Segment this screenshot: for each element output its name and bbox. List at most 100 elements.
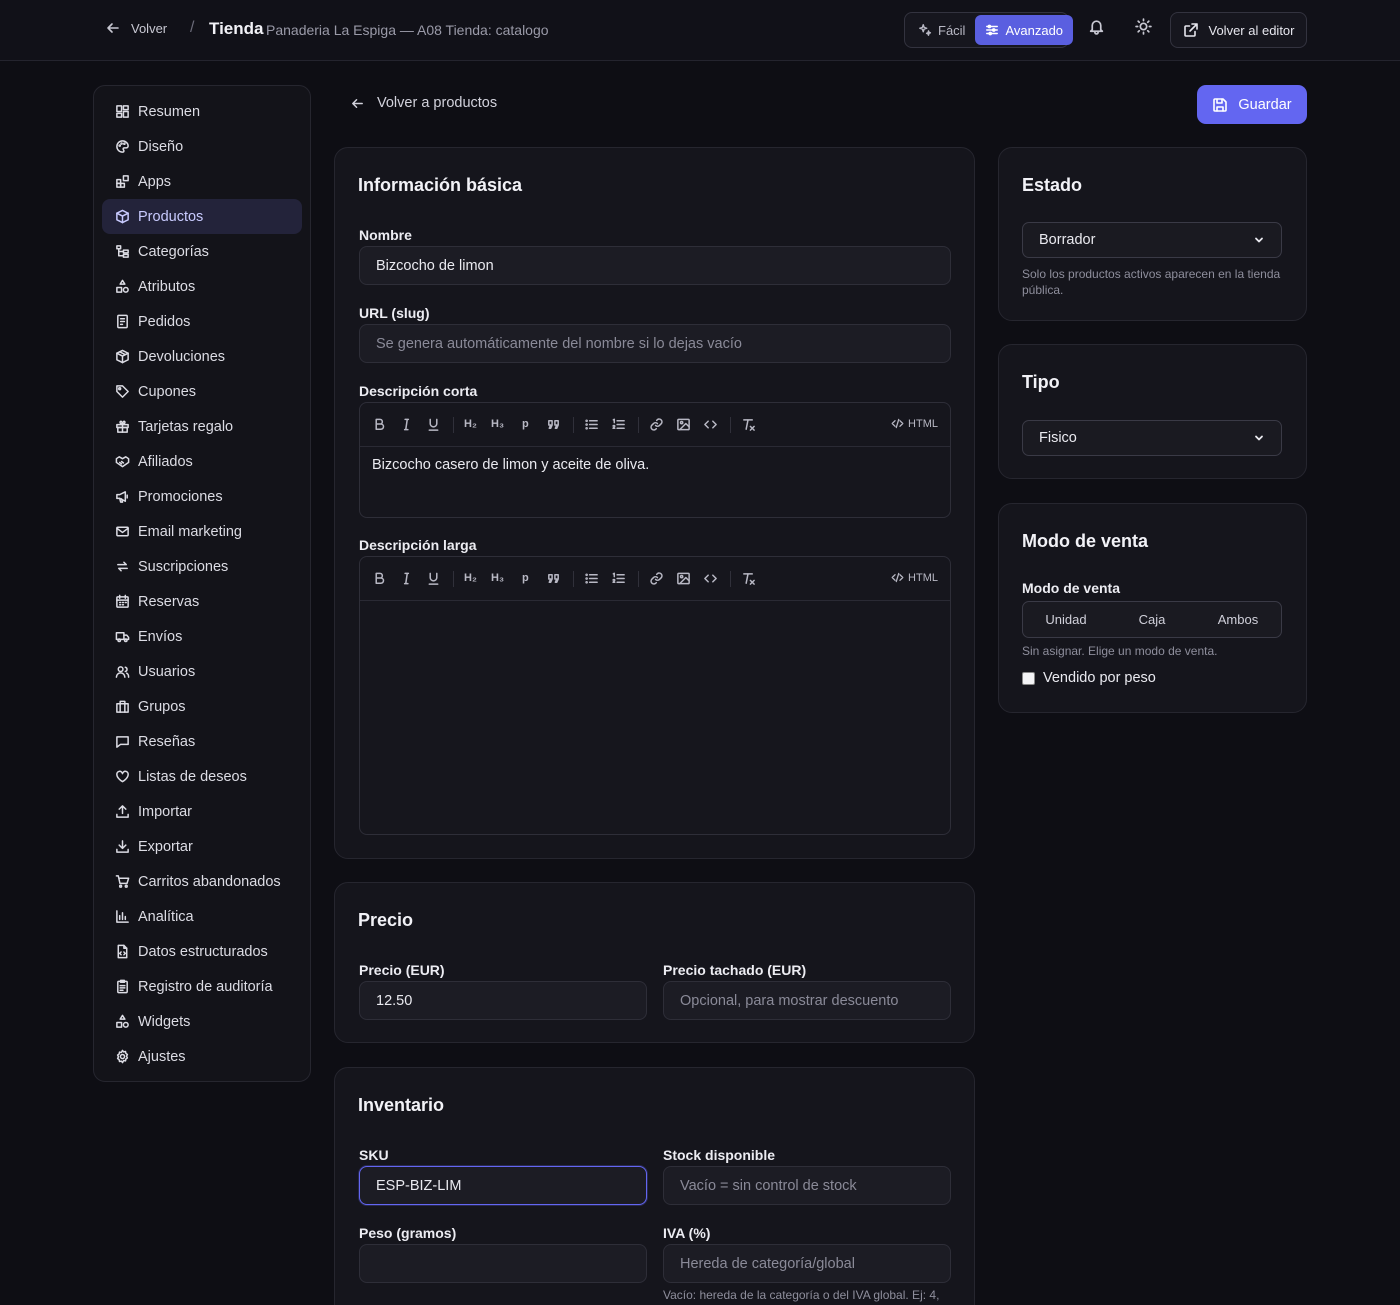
sidebar-item-suscripciones[interactable]: Suscripciones [102, 549, 302, 584]
clear-format-button[interactable] [741, 417, 756, 432]
sidebar-item-resumen[interactable]: Resumen [102, 94, 302, 129]
back-to-editor-button[interactable]: Volver al editor [1170, 12, 1307, 48]
sku-input[interactable]: ESP-BIZ-LIM [359, 1166, 647, 1205]
sidebar-item-envios[interactable]: Envíos [102, 619, 302, 654]
type-select[interactable]: Fisico [1022, 420, 1282, 456]
mode-easy-label: Fácil [938, 22, 966, 38]
underline-button[interactable] [426, 417, 441, 432]
box-icon [116, 209, 129, 224]
code-button[interactable] [703, 571, 718, 586]
tree-icon [116, 245, 129, 258]
sale-mode-unit-button[interactable]: Unidad [1023, 612, 1109, 627]
back-to-products-link[interactable]: Volver a productos [350, 95, 497, 111]
heading-3-button[interactable]: H₃ [491, 572, 504, 584]
sidebar-item-label: Carritos abandonados [138, 873, 281, 890]
sidebar-item-exportar[interactable]: Exportar [102, 829, 302, 864]
code-button[interactable] [703, 417, 718, 432]
compare-price-input[interactable]: Opcional, para mostrar descuento [663, 981, 951, 1020]
weight-input[interactable] [359, 1244, 647, 1283]
html-mode-button[interactable]: HTML [891, 571, 938, 584]
sidebar-item-widgets[interactable]: Widgets [102, 1004, 302, 1039]
sidebar-item-afiliados[interactable]: Afiliados [102, 444, 302, 479]
html-mode-label: HTML [908, 571, 938, 584]
sale-mode-both-button[interactable]: Ambos [1195, 612, 1281, 627]
sidebar-item-reservas[interactable]: Reservas [102, 584, 302, 619]
bullet-list-button[interactable] [584, 571, 599, 586]
sidebar-item-carritos-abandonados[interactable]: Carritos abandonados [102, 864, 302, 899]
sold-by-weight-label[interactable]: Vendido por peso [1043, 670, 1156, 686]
heading-3-button[interactable]: H₃ [491, 418, 504, 430]
long-description-content[interactable] [360, 601, 950, 831]
name-input[interactable]: Bizcocho de limon [359, 246, 951, 285]
image-button[interactable] [676, 571, 691, 586]
italic-button[interactable] [399, 417, 414, 432]
slug-input[interactable]: Se genera automáticamente del nombre si … [359, 324, 951, 363]
type-value: Fisico [1039, 430, 1077, 446]
sidebar-item-importar[interactable]: Importar [102, 794, 302, 829]
quote-button[interactable] [546, 571, 561, 586]
ordered-list-button[interactable] [611, 571, 626, 586]
sidebar-item-pedidos[interactable]: Pedidos [102, 304, 302, 339]
sold-by-weight-checkbox[interactable] [1022, 671, 1035, 685]
sale-mode-box-button[interactable]: Caja [1109, 612, 1195, 627]
clear-format-button[interactable] [741, 571, 756, 586]
package-return-icon [116, 349, 129, 364]
price-input[interactable]: 12.50 [359, 981, 647, 1020]
sidebar-item-grupos[interactable]: Grupos [102, 689, 302, 724]
notifications-button[interactable] [1088, 18, 1105, 35]
sidebar-item-diseno[interactable]: Diseño [102, 129, 302, 164]
sidebar-item-registro-de-auditoria[interactable]: Registro de auditoría [102, 969, 302, 1004]
html-mode-button[interactable]: HTML [891, 417, 938, 430]
quote-button[interactable] [546, 417, 561, 432]
back-button[interactable]: Volver [105, 20, 167, 36]
sidebar-item-label: Tarjetas regalo [138, 418, 234, 435]
long-description-label: Descripción larga [359, 537, 477, 553]
paragraph-button[interactable]: p [522, 418, 529, 430]
sku-label: SKU [359, 1147, 389, 1163]
sidebar-item-productos[interactable]: Productos [102, 199, 302, 234]
sidebar-item-tarjetas-regalo[interactable]: Tarjetas regalo [102, 409, 302, 444]
sidebar-item-resenas[interactable]: Reseñas [102, 724, 302, 759]
sidebar-item-listas-de-deseos[interactable]: Listas de deseos [102, 759, 302, 794]
sidebar-item-cupones[interactable]: Cupones [102, 374, 302, 409]
save-button[interactable]: Guardar [1197, 85, 1307, 124]
sidebar-item-label: Pedidos [138, 313, 191, 330]
sidebar-item-email-marketing[interactable]: Email marketing [102, 514, 302, 549]
editor-toolbar: H₂ H₃ p HTML [360, 557, 950, 601]
heading-2-button[interactable]: H₂ [464, 572, 477, 584]
sidebar-item-ajustes[interactable]: Ajustes [102, 1039, 302, 1074]
bold-button[interactable] [372, 571, 387, 586]
mode-advanced-button[interactable]: Avanzado [975, 15, 1074, 45]
sidebar-item-devoluciones[interactable]: Devoluciones [102, 339, 302, 374]
sidebar-item-categorias[interactable]: Categorías [102, 234, 302, 269]
mode-easy-button[interactable]: Fácil [908, 15, 975, 45]
sidebar-item-promociones[interactable]: Promociones [102, 479, 302, 514]
sale-mode-help: Sin asignar. Elige un modo de venta. [1022, 644, 1218, 658]
price-card: Precio Precio (EUR) 12.50 Precio tachado… [334, 882, 975, 1043]
sidebar-item-label: Categorías [138, 243, 209, 260]
apps-icon [116, 175, 129, 188]
sidebar-item-usuarios[interactable]: Usuarios [102, 654, 302, 689]
stock-input[interactable]: Vacío = sin control de stock [663, 1166, 951, 1205]
theme-toggle-button[interactable] [1135, 18, 1152, 35]
save-icon [1213, 97, 1228, 112]
link-button[interactable] [649, 571, 664, 586]
sidebar-item-apps[interactable]: Apps [102, 164, 302, 199]
sidebar-item-atributos[interactable]: Atributos [102, 269, 302, 304]
ordered-list-button[interactable] [611, 417, 626, 432]
link-button[interactable] [649, 417, 664, 432]
vat-input[interactable]: Hereda de categoría/global [663, 1244, 951, 1283]
bullet-list-button[interactable] [584, 417, 599, 432]
bold-button[interactable] [372, 417, 387, 432]
short-description-content[interactable]: Bizcocho casero de limon y aceite de oli… [360, 447, 950, 483]
inventory-card: Inventario SKU ESP-BIZ-LIM Stock disponi… [334, 1067, 975, 1305]
italic-button[interactable] [399, 571, 414, 586]
heading-2-button[interactable]: H₂ [464, 418, 477, 430]
status-select[interactable]: Borrador [1022, 222, 1282, 258]
paragraph-button[interactable]: p [522, 572, 529, 584]
sidebar-item-datos-estructurados[interactable]: Datos estructurados [102, 934, 302, 969]
sidebar-item-analitica[interactable]: Analítica [102, 899, 302, 934]
chevron-down-icon [1255, 435, 1263, 441]
underline-button[interactable] [426, 571, 441, 586]
image-button[interactable] [676, 417, 691, 432]
